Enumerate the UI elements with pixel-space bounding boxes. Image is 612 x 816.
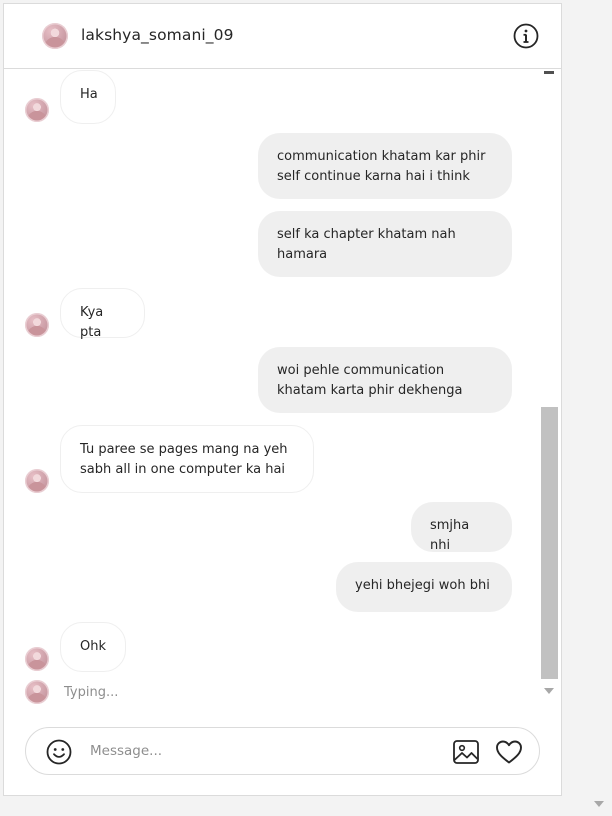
message-input[interactable]: [90, 740, 430, 762]
scroll-down-arrow[interactable]: [544, 688, 554, 694]
received-message: Ha: [60, 70, 116, 124]
profile-avatar[interactable]: [42, 23, 68, 49]
sender-avatar[interactable]: [25, 647, 49, 671]
info-icon[interactable]: [513, 23, 539, 49]
message-thread[interactable]: Ha communication khatam kar phir self co…: [4, 69, 538, 705]
received-message: Kya pta: [60, 288, 145, 340]
sender-avatar[interactable]: [25, 313, 49, 337]
image-icon[interactable]: [452, 739, 480, 765]
page-scroll-down-arrow[interactable]: [594, 801, 604, 807]
received-message: Ohk: [60, 622, 126, 672]
thread-scrollbar[interactable]: [538, 69, 561, 705]
message-composer: [25, 727, 540, 775]
conversation-username[interactable]: lakshya_somani_09: [81, 26, 234, 44]
sent-message: smjha nhi: [411, 502, 512, 553]
sender-avatar[interactable]: [25, 98, 49, 122]
sender-avatar[interactable]: [25, 469, 49, 493]
typing-indicator: Typing...: [64, 685, 119, 700]
scroll-thumb[interactable]: [541, 407, 558, 679]
dm-panel: lakshya_somani_09 Ha communication khata…: [3, 3, 562, 796]
sent-message: communication khatam kar phir self conti…: [258, 133, 512, 199]
sent-message: self ka chapter khatam nah hamara: [258, 211, 512, 277]
sent-message: woi pehle communication khatam karta phi…: [258, 347, 512, 413]
sent-message: yehi bhejegi woh bhi: [336, 562, 512, 612]
heart-icon[interactable]: [495, 739, 523, 765]
typing-avatar: [25, 680, 49, 704]
received-message: Tu paree se pages mang na yeh sabh all i…: [60, 425, 314, 493]
conversation-header: lakshya_somani_09: [4, 4, 561, 69]
scroll-up-arrow[interactable]: [544, 71, 554, 74]
emoji-icon[interactable]: [46, 739, 72, 765]
